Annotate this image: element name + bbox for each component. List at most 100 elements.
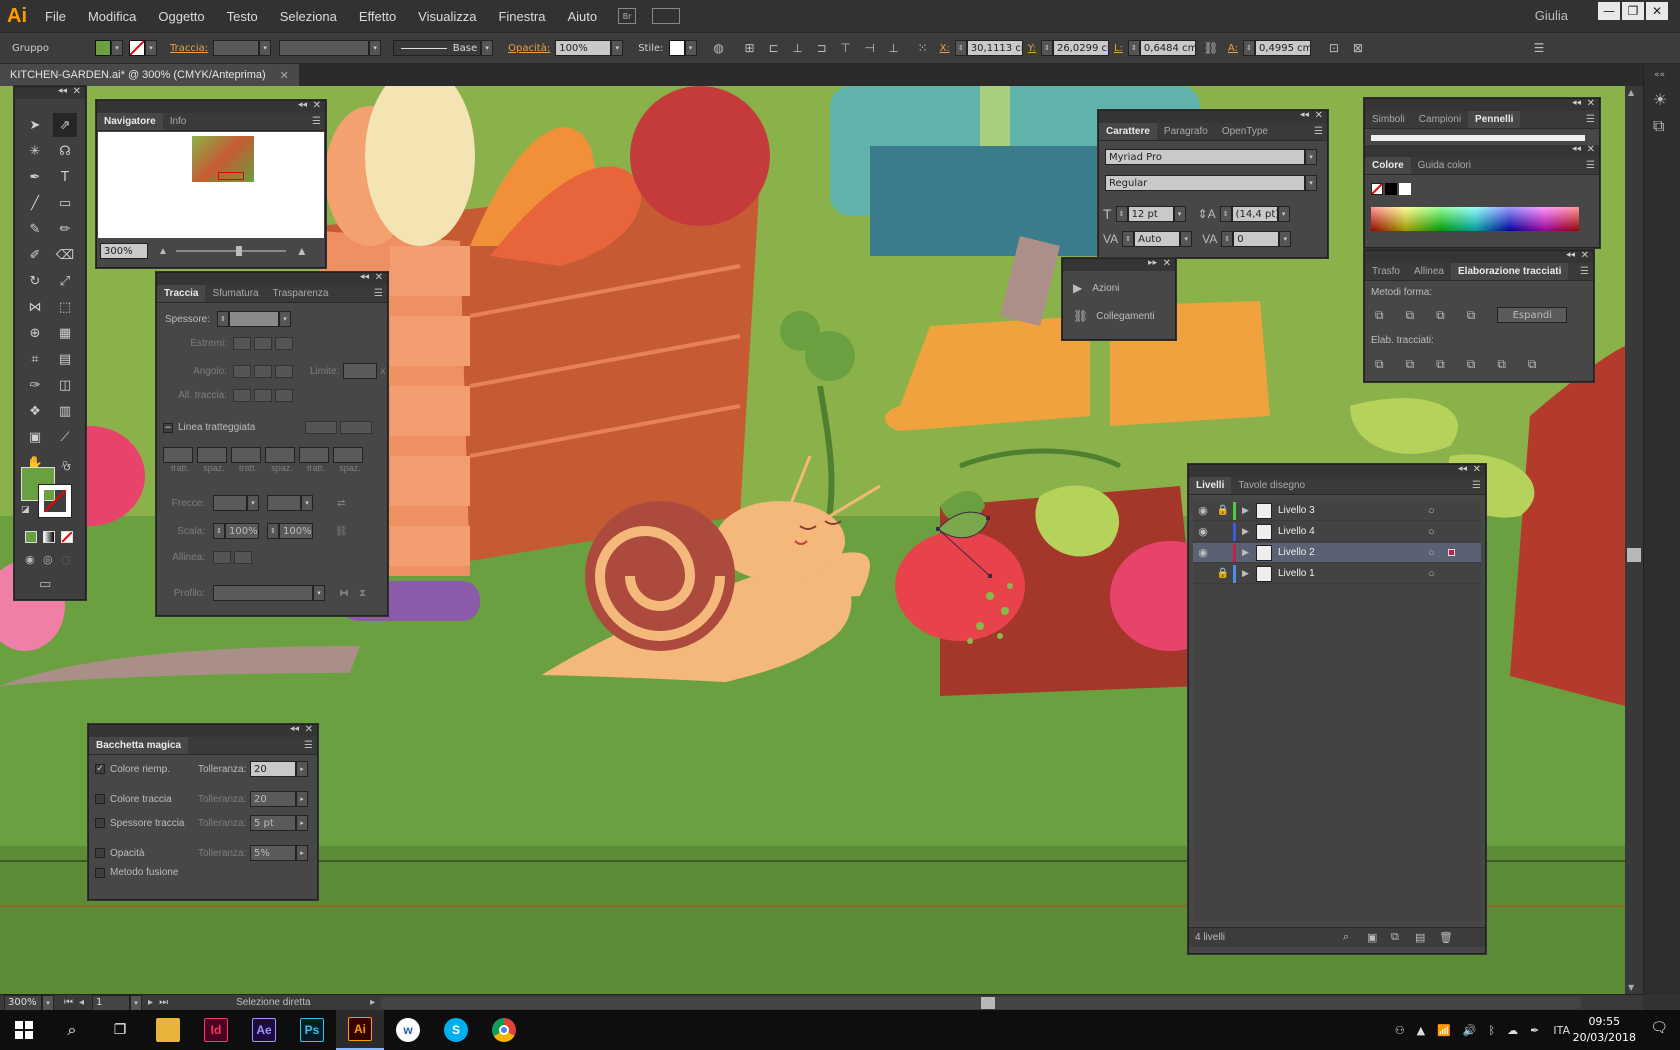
gap-field-2[interactable] (265, 447, 295, 463)
navigator-panel-header[interactable]: ◂◂ ✕ (97, 100, 325, 113)
leading-field[interactable]: (14,4 pt) (1231, 206, 1278, 222)
tab-layers[interactable]: Livelli (1189, 477, 1232, 494)
round-join-button[interactable] (254, 364, 272, 378)
kerning-field[interactable]: Auto (1134, 231, 1181, 247)
arrange-documents-button[interactable] (652, 8, 681, 24)
start-button[interactable] (0, 1010, 48, 1050)
font-size-dropdown[interactable]: ▾ (1173, 206, 1186, 222)
close-button[interactable]: ✕ (1646, 2, 1668, 20)
blob-brush-tool-icon[interactable]: ✐ (23, 243, 47, 267)
merge-icon[interactable]: ⧉ (1436, 357, 1445, 372)
eyedropper-tool-icon[interactable]: ✑ (23, 373, 47, 397)
navigator-zoom-field[interactable]: 300% (100, 243, 148, 259)
tab-navigator[interactable]: Navigatore (97, 113, 163, 130)
profile-field[interactable] (213, 585, 313, 601)
minus-back-icon[interactable]: ⧉ (1528, 357, 1537, 372)
start-arrow-dropdown[interactable]: ▾ (247, 495, 259, 511)
align-inside-button[interactable] (254, 389, 272, 402)
gap-field-3[interactable] (333, 447, 363, 463)
actions-panel-header[interactable]: ▸▸ ✕ (1063, 258, 1175, 271)
color-mode-icon[interactable] (25, 531, 37, 543)
notification-icon[interactable]: ▲ (1417, 1024, 1425, 1037)
slice-tool-icon[interactable]: ⟋ (53, 425, 77, 449)
shape-builder-tool-icon[interactable]: ⊕ (23, 321, 47, 345)
scroll-down-icon[interactable]: ▼ (1628, 983, 1634, 992)
miter-join-button[interactable] (233, 364, 251, 378)
draw-behind-icon[interactable]: ◎ (43, 553, 53, 566)
constrain-proportions-icon[interactable]: ⛓ (1202, 40, 1220, 56)
tab-transparency[interactable]: Trasparenza (266, 285, 336, 302)
eye-icon[interactable]: ◉ (1193, 525, 1213, 538)
tab-color-guide[interactable]: Guida colori (1411, 157, 1478, 174)
scroll-up-icon[interactable]: ▲ (1628, 88, 1634, 97)
align-center-icon[interactable]: ⊥ (789, 40, 807, 56)
x-stepper[interactable]: ⇕ (954, 40, 967, 56)
tolerance-field[interactable]: 5 pt (250, 815, 296, 831)
user-name[interactable]: Giulia (1535, 8, 1568, 23)
zoom-in-icon[interactable]: ▲ (296, 244, 308, 258)
document-tab[interactable]: KITCHEN-GARDEN.ai* @ 300% (CMYK/Anteprim… (0, 64, 299, 86)
zoom-slider-thumb[interactable] (235, 246, 242, 256)
weight-stepper[interactable]: ⇕ (217, 311, 229, 327)
tab-artboards[interactable]: Tavole disegno (1231, 477, 1312, 494)
zoom-out-icon[interactable]: ▲ (158, 246, 168, 257)
target-icon[interactable]: ○ (1428, 568, 1444, 580)
minus-front-icon[interactable]: ⧉ (1406, 308, 1415, 323)
menu-item-oggetto[interactable]: Oggetto (147, 9, 215, 24)
network-icon[interactable]: 📶 (1437, 1024, 1451, 1037)
lock-icon[interactable]: 🔒 (1213, 505, 1233, 516)
divide-icon[interactable]: ⧉ (1375, 357, 1384, 372)
color-spectrum[interactable] (1371, 207, 1579, 231)
close-tab-icon[interactable]: ✕ (280, 69, 289, 82)
tools-panel-header[interactable]: ◂◂ ✕ (15, 86, 85, 99)
tolerance-slider-button[interactable]: ▸ (296, 791, 308, 807)
kerning-dropdown[interactable]: ▾ (1180, 231, 1193, 247)
magic-wand-checkbox[interactable]: ✓ (95, 764, 105, 774)
draw-normal-icon[interactable]: ◉ (25, 553, 35, 566)
white-swatch[interactable] (1399, 183, 1411, 195)
height-field[interactable]: 0,4995 cm (1254, 40, 1311, 56)
perspective-grid-tool-icon[interactable]: ▦ (53, 321, 77, 345)
reference-point-icon[interactable]: ⁙ (914, 40, 932, 56)
people-icon[interactable]: ⚇ (1395, 1024, 1405, 1037)
unite-icon[interactable]: ⧉ (1375, 308, 1384, 323)
link-scale-icon[interactable]: ⛓ (335, 526, 348, 537)
layer-row[interactable]: ◉ ▶ Livello 4 ○ (1193, 522, 1481, 542)
bluetooth-icon[interactable]: ᛒ (1489, 1024, 1496, 1037)
menu-item-effetto[interactable]: Effetto (348, 9, 407, 24)
file-explorer-icon[interactable] (144, 1010, 192, 1050)
delete-layer-icon[interactable]: 🗑 (1439, 931, 1453, 944)
blend-tool-icon[interactable]: ◫ (53, 373, 77, 397)
menu-item-aiuto[interactable]: Aiuto (556, 9, 608, 24)
target-icon[interactable]: ○ (1428, 526, 1444, 538)
expand-layer-icon[interactable]: ▶ (1242, 547, 1256, 558)
tolerance-slider-button[interactable]: ▸ (296, 815, 308, 831)
eraser-tool-icon[interactable]: ⌫ (53, 243, 77, 267)
eye-icon[interactable]: ◉ (1193, 504, 1213, 517)
tab-paragraph[interactable]: Paragrafo (1157, 123, 1215, 140)
new-layer-icon[interactable]: ▤ (1415, 931, 1425, 944)
leading-dropdown[interactable]: ▾ (1277, 206, 1290, 222)
font-size-field[interactable]: 12 pt (1127, 206, 1174, 222)
magic-wand-checkbox[interactable] (95, 848, 105, 858)
onedrive-icon[interactable]: ☁ (1507, 1024, 1518, 1037)
transform-icon[interactable]: ⊡ (1325, 40, 1343, 56)
menu-item-seleziona[interactable]: Seleziona (269, 9, 348, 24)
opacity-field[interactable]: 100% (555, 40, 612, 56)
panel-menu-icon[interactable]: ☰ (1530, 40, 1548, 56)
lasso-tool-icon[interactable]: ☊ (53, 139, 77, 163)
align-right-icon[interactable]: ⊐ (813, 40, 831, 56)
minimize-button[interactable]: — (1598, 2, 1620, 20)
align-outside-button[interactable] (275, 389, 293, 402)
dashed-line-checkbox[interactable]: − (163, 422, 173, 433)
width-tool-icon[interactable]: ⋈ (23, 295, 47, 319)
style-dropdown[interactable]: ▾ (684, 40, 697, 56)
tab-color[interactable]: Colore (1365, 157, 1411, 174)
new-sublayer-icon[interactable]: ⧉ (1391, 931, 1399, 944)
panel-menu-icon[interactable]: ☰ (1472, 480, 1481, 491)
navigator-zoom-slider[interactable] (175, 246, 286, 256)
artboard-dropdown[interactable]: ▾ (130, 994, 143, 1011)
panel-menu-icon[interactable]: ☰ (312, 116, 321, 127)
tracking-stepper[interactable]: ⇕ (1221, 231, 1234, 247)
magic-wand-checkbox[interactable] (95, 818, 105, 828)
